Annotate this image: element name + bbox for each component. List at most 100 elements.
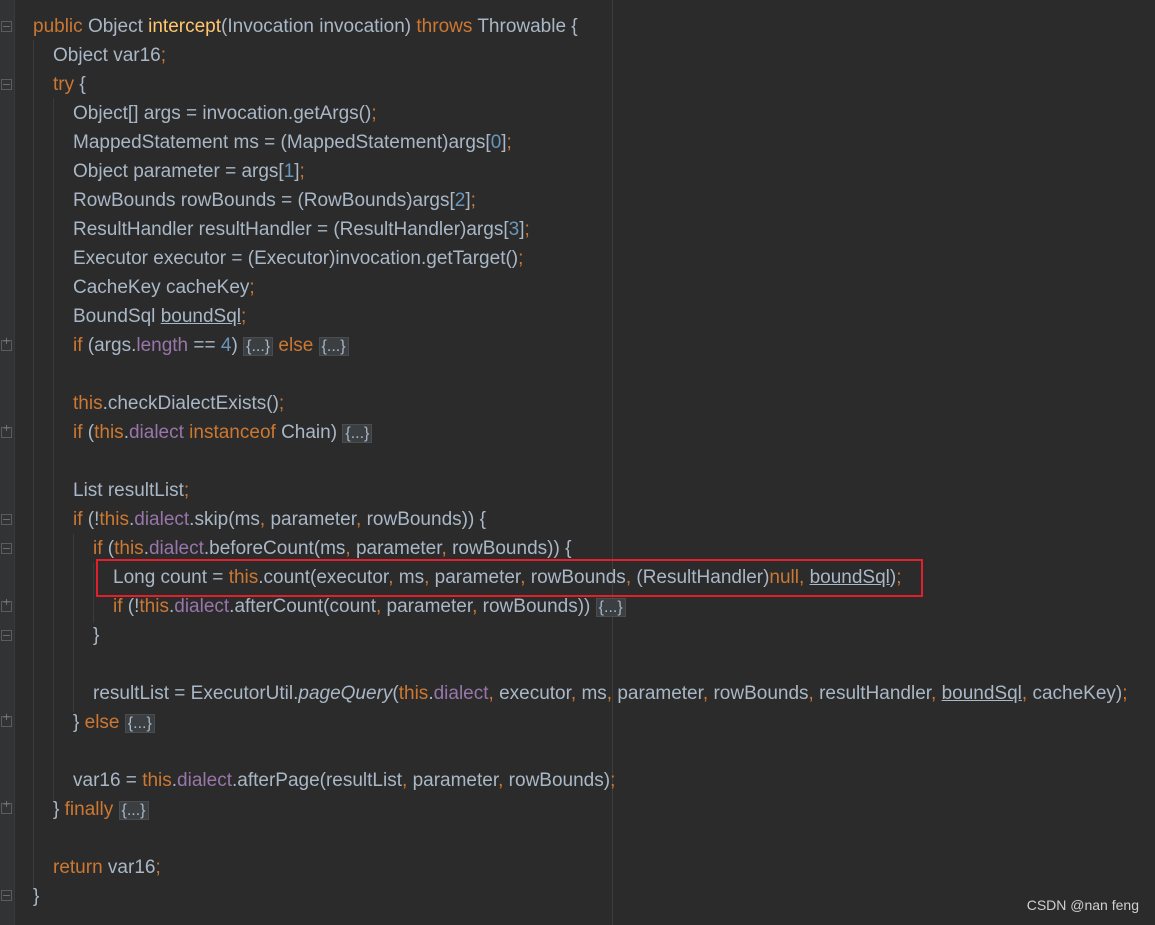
- code-text: resultHandler: [819, 683, 932, 704]
- indent-guide: [53, 98, 54, 802]
- variable-reassigned: boundSql: [941, 683, 1022, 704]
- code-line-31: }: [33, 882, 39, 911]
- punctuation: ;: [371, 103, 377, 124]
- code-text: parameter: [412, 770, 499, 791]
- punctuation: ;: [470, 190, 476, 211]
- fold-expand-icon[interactable]: [1, 597, 12, 612]
- fold-toggle-icon[interactable]: [1, 890, 12, 901]
- code-text: .beforeCount(ms: [203, 538, 346, 559]
- field-name: dialect: [148, 538, 204, 559]
- number-literal: 4: [220, 335, 232, 356]
- keyword: this: [99, 509, 129, 530]
- code-text: }: [33, 886, 40, 907]
- keyword: if: [73, 422, 83, 443]
- code-line-24: resultList = ExecutorUtil.pageQuery(this…: [93, 679, 1128, 708]
- indent-guide: [33, 40, 34, 888]
- code-text: (!: [87, 509, 100, 530]
- punctuation: ,: [702, 683, 709, 704]
- fold-expand-icon[interactable]: [1, 423, 12, 438]
- code-text: rowBounds)): [482, 596, 591, 617]
- field-name: dialect: [177, 770, 232, 791]
- field-name: length: [136, 335, 189, 356]
- punctuation: ;: [249, 277, 255, 298]
- code-line-30: return var16;: [53, 853, 161, 882]
- code-line-5: MappedStatement ms = (MappedStatement)ar…: [73, 128, 512, 157]
- code-line-4: Object[] args = invocation.getArgs();: [73, 99, 377, 128]
- punctuation: ,: [441, 538, 447, 559]
- static-method-name: pageQuery: [298, 683, 393, 704]
- code-text: .skip(ms: [189, 509, 260, 530]
- code-line-1: public Object intercept(Invocation invoc…: [33, 12, 578, 41]
- code-text: .checkDialectExists(): [102, 393, 279, 414]
- code-text: ResultHandler resultHandler = (ResultHan…: [73, 219, 509, 240]
- folded-block[interactable]: {...}: [118, 801, 149, 820]
- code-line-10: CacheKey cacheKey;: [73, 273, 255, 302]
- code-line-3: try {: [53, 70, 86, 99]
- keyword: return: [53, 857, 103, 878]
- punctuation: ,: [808, 683, 814, 704]
- code-line-25: } else {...}: [73, 708, 155, 737]
- code-line-12: if (args.length == 4) {...} else {...}: [73, 331, 349, 360]
- method-name: intercept: [148, 16, 222, 37]
- editor-gutter: [0, 0, 15, 925]
- code-text: ==: [193, 335, 216, 356]
- punctuation: ;: [518, 248, 524, 269]
- code-line-8: ResultHandler resultHandler = (ResultHan…: [73, 215, 530, 244]
- keyword: finally: [64, 799, 114, 820]
- code-text: .afterCount(count: [229, 596, 376, 617]
- code-text: Object var16: [53, 45, 161, 66]
- punctuation: ;: [506, 132, 512, 153]
- type-name: Object: [87, 16, 143, 37]
- code-text: {: [79, 74, 86, 95]
- code-text: BoundSql: [73, 306, 161, 327]
- indent-guide: [73, 534, 74, 712]
- fold-expand-icon[interactable]: [1, 799, 12, 814]
- keyword: this: [73, 393, 103, 414]
- code-text: }: [93, 625, 100, 646]
- code-line-11: BoundSql boundSql;: [73, 302, 246, 331]
- code-line-15: if (this.dialect instanceof Chain) {...}: [73, 418, 373, 447]
- code-text: (!: [127, 596, 140, 617]
- code-text: rowBounds)) {: [452, 538, 572, 559]
- code-text: List resultList: [73, 480, 184, 501]
- punctuation: ,: [259, 509, 266, 530]
- fold-toggle-icon[interactable]: [1, 514, 12, 525]
- code-text: Object[] args = invocation.getArgs(): [73, 103, 372, 124]
- fold-toggle-icon[interactable]: [1, 21, 12, 32]
- code-text: parameter: [386, 596, 473, 617]
- punctuation: ;: [240, 306, 247, 327]
- fold-expand-icon[interactable]: [1, 336, 12, 351]
- number-literal: 2: [454, 190, 466, 211]
- fold-expand-icon[interactable]: [1, 712, 12, 727]
- punctuation: ,: [488, 683, 494, 704]
- folded-block[interactable]: {...}: [595, 598, 626, 617]
- fold-toggle-icon[interactable]: [1, 543, 12, 554]
- field-name: dialect: [174, 596, 230, 617]
- indent-guide: [93, 563, 94, 623]
- code-text: CacheKey cacheKey: [73, 277, 250, 298]
- folded-block[interactable]: {...}: [243, 337, 274, 356]
- code-text: var16: [107, 857, 156, 878]
- number-literal: 0: [490, 132, 502, 153]
- fold-toggle-icon[interactable]: [1, 630, 12, 641]
- code-text: }: [53, 799, 60, 820]
- keyword: if: [93, 538, 103, 559]
- code-text: parameter: [617, 683, 703, 704]
- punctuation: ;: [278, 393, 285, 414]
- code-text: RowBounds rowBounds = (RowBounds)args[: [73, 190, 455, 211]
- punctuation: ;: [299, 161, 305, 182]
- fold-toggle-icon[interactable]: [1, 79, 12, 90]
- punctuation: ,: [402, 770, 408, 791]
- folded-block[interactable]: {...}: [318, 337, 349, 356]
- folded-block[interactable]: {...}: [342, 424, 373, 443]
- keyword: this: [94, 422, 124, 443]
- keyword: throws: [416, 16, 473, 37]
- code-line-14: this.checkDialectExists();: [73, 389, 284, 418]
- code-line-27: var16 = this.dialect.afterPage(resultLis…: [73, 766, 615, 795]
- code-line-2: Object var16;: [53, 41, 166, 70]
- code-line-9: Executor executor = (Executor)invocation…: [73, 244, 523, 273]
- code-text: executor: [499, 683, 571, 704]
- folded-block[interactable]: {...}: [124, 714, 155, 733]
- parameters: (Invocation invocation): [221, 16, 412, 37]
- field-name: dialect: [433, 683, 489, 704]
